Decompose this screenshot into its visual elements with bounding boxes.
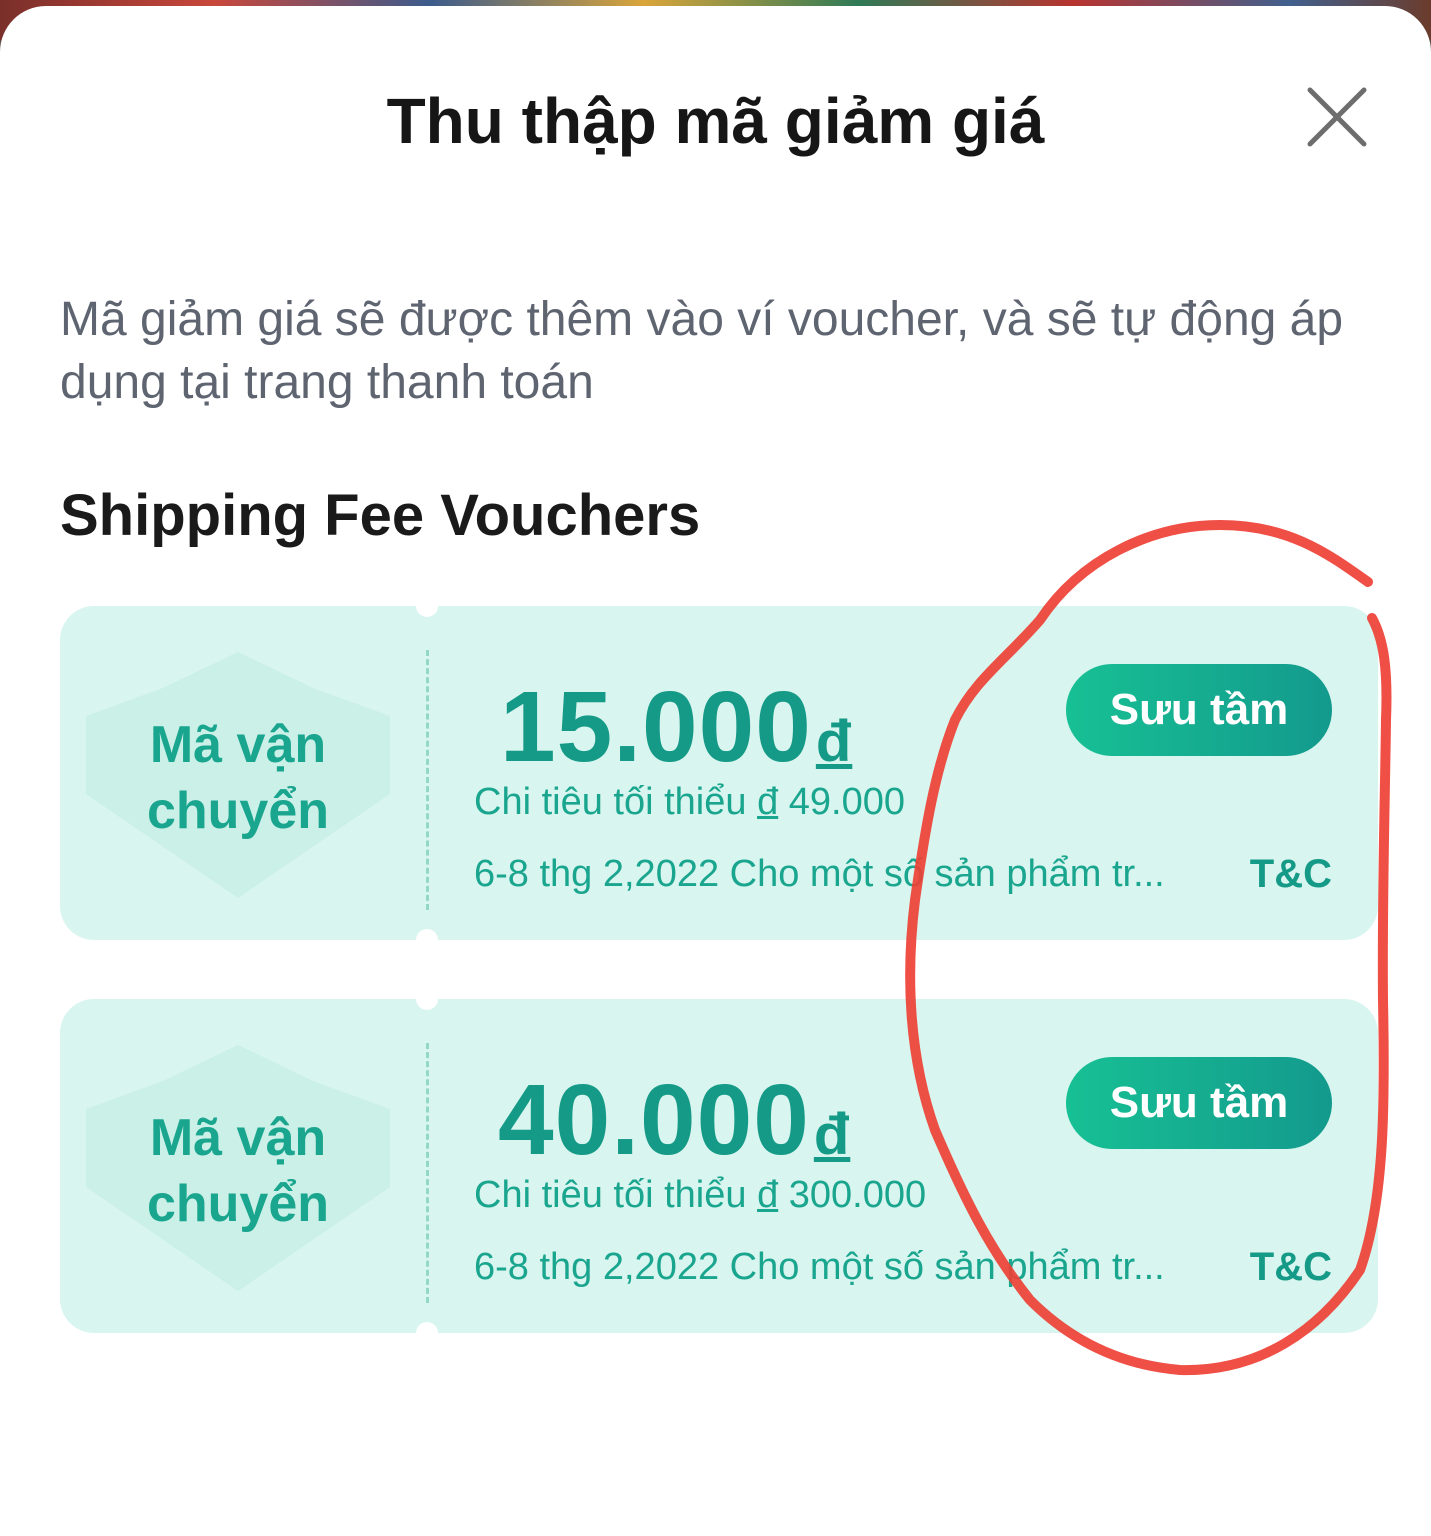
terms-link[interactable]: T&C [1250,852,1332,897]
min-spend-prefix: Chi tiêu tối thiểu [474,1174,758,1216]
sheet-description: Mã giảm giá sẽ được thêm vào ví voucher,… [60,293,1344,409]
collect-button[interactable]: Sưu tầm [1066,664,1332,756]
voucher-min-spend: Chi tiêu tối thiểu đ 300.000 [474,1174,926,1217]
ticket-divider [426,1043,429,1303]
ticket-divider [426,650,429,910]
voucher-validity: 6-8 thg 2,2022 Cho một số sản phẩm tr... [474,1246,1165,1288]
voucher-type-line1: Mã vận [149,716,327,774]
ticket-notch [416,1322,438,1344]
collect-button[interactable]: Sưu tầm [1066,1057,1332,1149]
min-spend-value: 49.000 [778,781,905,823]
close-icon [1307,87,1367,147]
voucher-amount: 40.000đ [498,1063,850,1178]
currency-symbol: đ [815,709,853,774]
voucher-type-line1: Mã vận [149,1109,327,1167]
min-spend-value: 300.000 [778,1174,927,1216]
voucher-type-label: Mã vận chuyển [60,712,416,844]
voucher-amount-value: 40.000 [498,1064,810,1176]
voucher-card: Mã vận chuyển 15.000đ Chi tiêu tối thiểu… [60,595,1378,951]
min-spend-currency: đ [757,1174,779,1216]
voucher-bottom-sheet: Thu thập mã giảm giá Mã giảm giá sẽ được… [0,6,1431,1536]
currency-symbol: đ [813,1102,851,1167]
voucher-type-label: Mã vận chuyển [60,1105,416,1237]
voucher-type-line2: chuyển [146,782,330,840]
sheet-title: Thu thập mã giảm giá [386,85,1045,157]
voucher-amount-value: 15.000 [500,671,812,783]
section-title: Shipping Fee Vouchers [60,483,701,548]
min-spend-currency: đ [757,781,779,823]
terms-link[interactable]: T&C [1250,1245,1332,1290]
voucher-validity: 6-8 thg 2,2022 Cho một số sản phẩm tr... [474,853,1165,895]
voucher-min-spend: Chi tiêu tối thiểu đ 49.000 [474,781,905,824]
close-button[interactable] [1304,84,1370,150]
voucher-amount: 15.000đ [500,670,852,785]
min-spend-prefix: Chi tiêu tối thiểu [474,781,758,823]
ticket-notch [416,988,438,1010]
ticket-notch [416,929,438,951]
voucher-type-line2: chuyển [146,1175,330,1233]
voucher-card: Mã vận chuyển 40.000đ Chi tiêu tối thiểu… [60,988,1378,1344]
ticket-notch [416,595,438,617]
